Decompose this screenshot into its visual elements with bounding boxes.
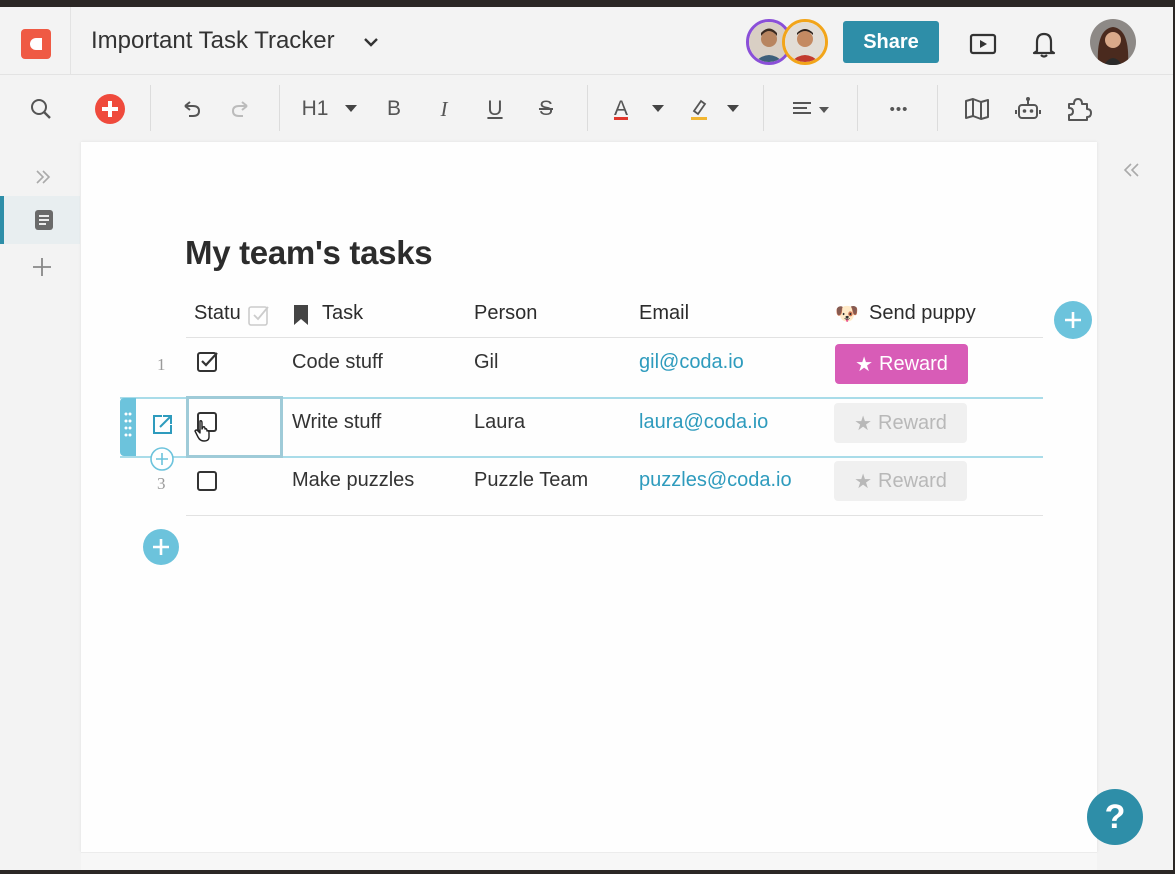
reward-button[interactable]: ★ Reward <box>835 344 968 384</box>
column-header-task[interactable]: Task <box>322 302 363 325</box>
caret-down-icon[interactable] <box>341 92 361 126</box>
formatting-toolbar: H1 B I U S A ••• <box>0 76 1175 142</box>
row-drag-handle[interactable] <box>120 398 136 456</box>
checkbox-column-icon <box>248 306 269 326</box>
reward-label: Reward <box>878 411 947 434</box>
undo-icon[interactable] <box>176 92 206 126</box>
person-cell[interactable]: Puzzle Team <box>474 469 588 492</box>
section-heading[interactable]: My team's tasks <box>185 234 433 272</box>
column-header-label: Statu <box>194 302 241 324</box>
person-cell[interactable]: Gil <box>474 351 498 374</box>
strikethrough-button[interactable]: S <box>533 92 559 126</box>
expand-sidebar-icon[interactable] <box>33 168 53 186</box>
more-options-button[interactable]: ••• <box>882 92 916 126</box>
toolbar-divider <box>937 85 938 131</box>
add-row-icon[interactable] <box>149 446 175 472</box>
column-header-person[interactable]: Person <box>474 302 537 325</box>
robot-icon[interactable] <box>1012 92 1044 126</box>
open-row-icon[interactable] <box>150 413 174 437</box>
star-icon: ★ <box>855 353 873 376</box>
add-column-button[interactable] <box>1054 301 1092 339</box>
toolbar-divider <box>150 85 151 131</box>
reward-label: Reward <box>879 352 948 375</box>
reward-button[interactable]: ★ Reward <box>834 461 967 501</box>
sidebar-item-page[interactable] <box>0 196 80 244</box>
reward-button[interactable]: ★ Reward <box>834 403 967 443</box>
collaborator-avatar[interactable] <box>782 19 828 65</box>
caret-down-icon[interactable] <box>723 92 743 126</box>
task-cell[interactable]: Write stuff <box>292 411 381 434</box>
map-icon[interactable] <box>961 92 993 126</box>
email-link[interactable]: laura@coda.io <box>639 411 768 434</box>
left-rail <box>0 142 80 874</box>
reward-label: Reward <box>878 469 947 492</box>
star-icon: ★ <box>854 470 872 493</box>
search-icon[interactable] <box>26 92 56 126</box>
logo-divider <box>70 7 71 75</box>
column-header-email[interactable]: Email <box>639 302 689 325</box>
add-row-button[interactable] <box>143 529 179 565</box>
toolbar-divider <box>763 85 764 131</box>
page-icon <box>35 210 53 230</box>
underline-button[interactable]: U <box>482 92 508 126</box>
add-circle-icon[interactable] <box>93 92 127 126</box>
checkbox-checked[interactable] <box>196 350 220 374</box>
present-icon[interactable] <box>968 29 998 59</box>
window-top-strip <box>0 0 1175 7</box>
add-page-icon[interactable] <box>31 256 53 278</box>
row-number: 1 <box>157 355 166 374</box>
puppy-icon: 🐶 <box>835 304 859 325</box>
toolbar-divider <box>279 85 280 131</box>
chevron-down-icon[interactable] <box>360 31 382 53</box>
heading-style-button[interactable]: H1 <box>298 92 332 126</box>
redo-icon[interactable] <box>226 92 256 126</box>
collapse-panel-icon[interactable] <box>1121 160 1143 180</box>
table-divider <box>186 337 1043 338</box>
star-icon: ★ <box>854 412 872 435</box>
text-color-button[interactable]: A <box>608 92 634 126</box>
app-header: Important Task Tracker Share <box>0 7 1175 75</box>
bold-button[interactable]: B <box>381 92 407 126</box>
hand-cursor-icon <box>194 420 210 442</box>
puzzle-icon[interactable] <box>1062 92 1094 126</box>
share-button[interactable]: Share <box>843 21 939 63</box>
checkbox-unchecked[interactable] <box>196 469 220 493</box>
column-header-status[interactable]: Statu <box>194 302 241 325</box>
email-link[interactable]: gil@coda.io <box>639 351 744 374</box>
bookmark-icon <box>294 305 308 325</box>
window-bottom-strip <box>0 870 1175 874</box>
toolbar-divider <box>587 85 588 131</box>
align-left-icon[interactable] <box>788 92 834 126</box>
bell-icon[interactable] <box>1029 29 1059 59</box>
email-link[interactable]: puzzles@coda.io <box>639 469 792 492</box>
highlight-icon[interactable] <box>684 92 714 126</box>
toolbar-divider <box>857 85 858 131</box>
user-avatar[interactable] <box>1090 19 1136 65</box>
row-number: 3 <box>157 474 166 493</box>
task-cell[interactable]: Make puzzles <box>292 469 414 492</box>
coda-logo-icon[interactable] <box>21 29 51 59</box>
doc-title[interactable]: Important Task Tracker <box>91 27 335 55</box>
column-header-send-puppy[interactable]: Send puppy <box>869 302 976 325</box>
caret-down-icon[interactable] <box>648 92 668 126</box>
help-button[interactable]: ? <box>1087 789 1143 845</box>
italic-button[interactable]: I <box>431 92 457 126</box>
table-divider <box>186 515 1043 516</box>
person-cell[interactable]: Laura <box>474 411 525 434</box>
task-cell[interactable]: Code stuff <box>292 351 383 374</box>
